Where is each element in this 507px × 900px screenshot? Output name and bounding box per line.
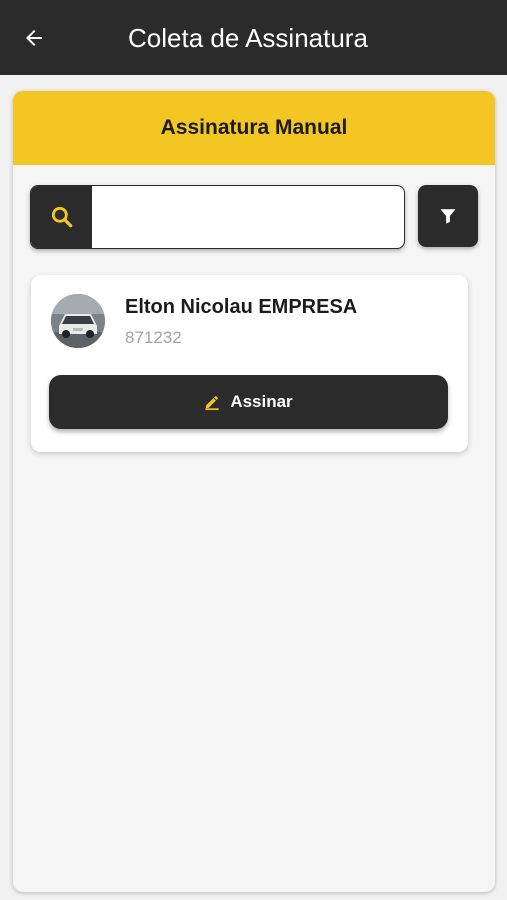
result-name: Elton Nicolau EMPRESA	[125, 296, 358, 318]
panel-header: Assinatura Manual	[13, 91, 495, 165]
sign-button[interactable]: Assinar	[49, 375, 448, 429]
page-title: Coleta de Assinatura	[128, 23, 368, 53]
back-button[interactable]	[18, 22, 50, 54]
signature-panel: Assinatura Manual Elton Nicolau EMPRESA …	[13, 91, 495, 892]
sign-button-label: Assinar	[230, 392, 293, 411]
app-bar: Coleta de Assinatura	[0, 0, 507, 75]
panel-title: Assinatura Manual	[160, 116, 348, 139]
arrow-left-icon	[26, 30, 42, 46]
pencil-icon	[205, 395, 219, 410]
result-card: Elton Nicolau EMPRESA 871232 Assinar	[31, 275, 468, 452]
car-photo-icon	[51, 294, 105, 348]
search-input[interactable]	[92, 186, 404, 246]
avatar	[51, 294, 105, 348]
result-code: 871232	[125, 328, 182, 347]
search-icon-container[interactable]	[31, 186, 92, 248]
search-box	[30, 185, 405, 249]
filter-button[interactable]	[418, 185, 478, 247]
filter-icon	[440, 209, 456, 224]
search-icon	[51, 206, 72, 228]
